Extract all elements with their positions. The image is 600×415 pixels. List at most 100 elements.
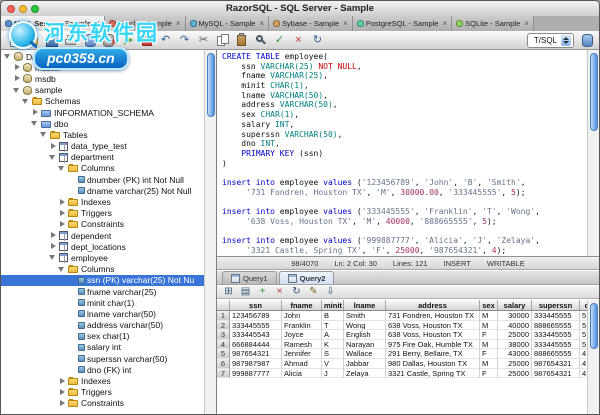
table-row[interactable]: 4 666884444 Ramesh K Narayan 975 Fire Oak, Hu…: [217, 339, 587, 350]
table-row[interactable]: 2 333445555 Franklin T Wong 638 Voss, Houston…: [217, 320, 587, 331]
tree-node[interactable]: dept_locations: [1, 241, 204, 253]
document-tab[interactable]: Oracle - Sample ×: [104, 16, 186, 31]
refresh-results-icon[interactable]: ↻: [289, 286, 304, 298]
tree-node[interactable]: minit char(1): [1, 297, 204, 308]
tree-node[interactable]: lname varchar(50): [1, 308, 204, 319]
close-tab-icon[interactable]: ×: [524, 19, 529, 28]
tree-node[interactable]: Triggers: [1, 387, 204, 398]
editor-scrollbar[interactable]: [587, 50, 599, 256]
minimize-button[interactable]: [19, 4, 27, 13]
tree-node[interactable]: Indexes: [1, 375, 204, 386]
column-header[interactable]: address: [386, 300, 480, 311]
grid-view-icon[interactable]: ⊞: [221, 286, 236, 298]
tree-node[interactable]: dependent: [1, 230, 204, 242]
tree-node[interactable]: fname varchar(25): [1, 286, 204, 297]
column-header[interactable]: [217, 300, 230, 311]
collapse-arrow-icon[interactable]: [22, 97, 31, 106]
expand-arrow-icon[interactable]: [13, 74, 22, 83]
tree-node[interactable]: Columns: [1, 264, 204, 275]
find-icon[interactable]: [252, 32, 269, 48]
tree-node[interactable]: sample: [1, 85, 204, 96]
collapse-arrow-icon[interactable]: [58, 164, 67, 173]
execute-sql-icon[interactable]: [119, 32, 136, 48]
table-row[interactable]: 5 987654321 Jennifer S Wallace 291 Berry, Bel…: [217, 349, 587, 359]
tree-node[interactable]: Databases: [1, 51, 204, 62]
results-scrollbar-thumb[interactable]: [589, 303, 598, 349]
text-view-icon[interactable]: ▤: [238, 286, 253, 298]
collapse-arrow-icon[interactable]: [40, 130, 49, 139]
print-icon[interactable]: [62, 32, 79, 48]
close-tab-icon[interactable]: ×: [176, 19, 181, 28]
collapse-arrow-icon[interactable]: [13, 86, 22, 95]
collapse-arrow-icon[interactable]: [31, 119, 40, 128]
column-header[interactable]: salary: [498, 300, 532, 311]
tree-node[interactable]: Columns: [1, 163, 204, 174]
redo-icon[interactable]: ↷: [176, 32, 193, 48]
export-results-icon[interactable]: ⇩: [323, 286, 338, 298]
column-header[interactable]: fname: [282, 300, 322, 311]
table-row[interactable]: 6 987987987 Ahmad V Jabbar 980 Dallas, Housto…: [217, 358, 587, 369]
expand-arrow-icon[interactable]: [58, 209, 67, 218]
tree-node[interactable]: salary int: [1, 342, 204, 353]
insert-row-icon[interactable]: +: [255, 286, 270, 298]
rollback-icon[interactable]: ×: [290, 32, 307, 48]
new-file-icon[interactable]: [5, 32, 22, 48]
results-scrollbar[interactable]: [587, 300, 599, 414]
tree-node[interactable]: master: [1, 62, 204, 73]
title-bar[interactable]: RazorSQL - SQL Server - Sample: [1, 1, 599, 17]
tree-node[interactable]: superssn varchar(50): [1, 353, 204, 364]
tree-node[interactable]: sex char(1): [1, 331, 204, 342]
connect-database-icon[interactable]: [81, 32, 98, 48]
close-tab-icon[interactable]: ×: [259, 19, 264, 28]
expand-arrow-icon[interactable]: [13, 63, 22, 72]
refresh-icon[interactable]: ↻: [309, 32, 326, 48]
tree-node[interactable]: ssn (PK) varchar(25) Not Nu: [1, 274, 204, 286]
tree-node[interactable]: department: [1, 152, 204, 163]
tree-node[interactable]: Schemas: [1, 96, 204, 107]
close-tab-icon[interactable]: ×: [442, 19, 447, 28]
tree-node[interactable]: dnumber (PK) int Not Null: [1, 174, 204, 185]
tree-node[interactable]: dbo: [1, 118, 204, 129]
commit-icon[interactable]: ✓: [271, 32, 288, 48]
edit-cell-icon[interactable]: ✎: [306, 286, 321, 298]
column-header[interactable]: sex: [480, 300, 498, 311]
document-tab[interactable]: Sybase - Sample ×: [269, 16, 353, 31]
tree-node[interactable]: data_type_test: [1, 141, 204, 152]
undo-icon[interactable]: ↶: [157, 32, 174, 48]
tree-node[interactable]: Constraints: [1, 398, 204, 409]
collapse-arrow-icon[interactable]: [49, 253, 58, 262]
tree-node[interactable]: Triggers: [1, 208, 204, 219]
tree-node[interactable]: Indexes: [1, 196, 204, 207]
tree-node[interactable]: msdb: [1, 73, 204, 84]
zoom-button[interactable]: [31, 4, 39, 13]
expand-arrow-icon[interactable]: [49, 242, 58, 251]
query-tab[interactable]: Query2: [278, 271, 335, 284]
collapse-arrow-icon[interactable]: [58, 265, 67, 274]
stop-execution-icon[interactable]: [138, 32, 155, 48]
copy-icon[interactable]: [214, 32, 231, 48]
expand-arrow-icon[interactable]: [58, 399, 67, 408]
tree-node[interactable]: INFORMATION_SCHEMA: [1, 107, 204, 118]
table-row[interactable]: 3 333445543 Joyce A English 638 Voss, Houston…: [217, 330, 587, 340]
document-tab[interactable]: MySQL - Sample ×: [185, 16, 270, 31]
tree-node[interactable]: address varchar(50): [1, 320, 204, 331]
save-icon[interactable]: [43, 32, 60, 48]
sql-mode-select[interactable]: T/SQL: [526, 32, 574, 48]
collapse-arrow-icon[interactable]: [4, 52, 13, 61]
paste-icon[interactable]: [233, 32, 250, 48]
column-header[interactable]: dno: [580, 300, 587, 311]
close-tab-icon[interactable]: ×: [95, 19, 100, 28]
expand-arrow-icon[interactable]: [31, 108, 40, 117]
expand-arrow-icon[interactable]: [58, 377, 67, 386]
column-header[interactable]: superssn: [532, 300, 580, 311]
column-header[interactable]: ssn: [230, 300, 282, 311]
tree-scrollbar[interactable]: [204, 50, 216, 414]
tree-node[interactable]: dname varchar(25) Not Null: [1, 185, 204, 196]
document-tab[interactable]: PostgreSQL - Sample ×: [352, 16, 453, 31]
table-row[interactable]: 1 123456789 John B Smith 731 Fondren, Houston…: [217, 311, 587, 321]
expand-arrow-icon[interactable]: [49, 231, 58, 240]
sql-editor[interactable]: CREATE TABLE employee( ssn VARCHAR(25) N…: [217, 50, 587, 256]
column-header[interactable]: minit: [322, 300, 344, 311]
tree-node[interactable]: Tables: [1, 129, 204, 140]
stepper-icon[interactable]: [561, 34, 571, 46]
